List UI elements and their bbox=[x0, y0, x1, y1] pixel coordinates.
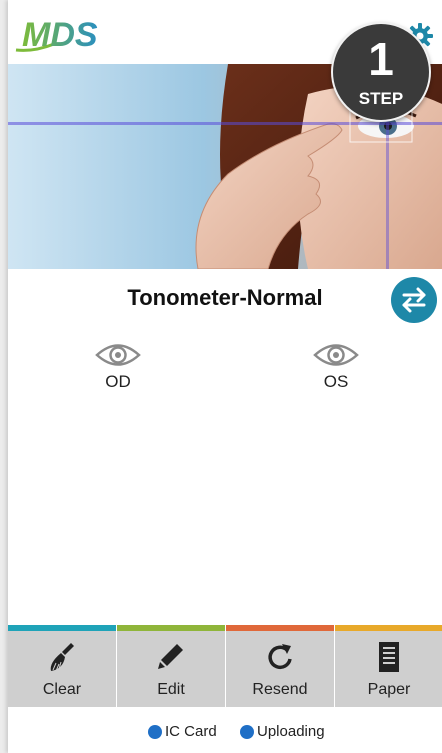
resend-stripe bbox=[226, 625, 334, 631]
clear-stripe bbox=[8, 625, 116, 631]
uploading-indicator bbox=[240, 724, 254, 739]
swap-arrows-icon bbox=[402, 287, 426, 313]
uploading-status: Uploading bbox=[240, 723, 325, 740]
paper-label: Paper bbox=[367, 681, 411, 698]
mds-logo: MDS bbox=[14, 14, 124, 54]
document-icon bbox=[335, 641, 442, 675]
edit-stripe bbox=[117, 625, 225, 631]
pencil-icon bbox=[117, 641, 225, 675]
step-label: STEP bbox=[358, 89, 404, 108]
os-eye[interactable]: OS bbox=[306, 340, 366, 392]
app-screen: MDS 1 STEP Tonometer-Normal OD OS Clear … bbox=[8, 0, 442, 753]
clear-label: Clear bbox=[42, 681, 82, 698]
ic-card-indicator bbox=[148, 724, 162, 739]
refresh-icon bbox=[226, 641, 334, 675]
step-badge: 1 STEP bbox=[331, 22, 431, 122]
ic-card-label: IC Card bbox=[165, 723, 217, 740]
bottom-toolbar: Clear Edit Resend Paper bbox=[8, 625, 442, 707]
exam-title: Tonometer-Normal bbox=[127, 285, 323, 310]
resend-button[interactable]: Resend bbox=[226, 625, 334, 707]
swap-eyes-button[interactable] bbox=[391, 277, 437, 323]
edit-label: Edit bbox=[157, 681, 185, 698]
od-label: OD bbox=[105, 372, 131, 391]
status-bar: IC Card Uploading bbox=[8, 707, 442, 753]
ic-card-status: IC Card bbox=[148, 723, 217, 740]
paper-stripe bbox=[335, 625, 442, 631]
uploading-label: Uploading bbox=[257, 723, 325, 740]
eye-icon bbox=[313, 344, 359, 366]
eye-icon bbox=[95, 344, 141, 366]
broom-icon bbox=[8, 641, 116, 675]
edit-button[interactable]: Edit bbox=[117, 625, 225, 707]
resend-label: Resend bbox=[252, 681, 308, 698]
paper-button[interactable]: Paper bbox=[335, 625, 442, 707]
step-number: 1 bbox=[368, 33, 394, 85]
os-label: OS bbox=[323, 372, 349, 391]
clear-button[interactable]: Clear bbox=[8, 625, 116, 707]
logo-text: MDS bbox=[22, 16, 98, 54]
od-eye[interactable]: OD bbox=[88, 340, 148, 392]
